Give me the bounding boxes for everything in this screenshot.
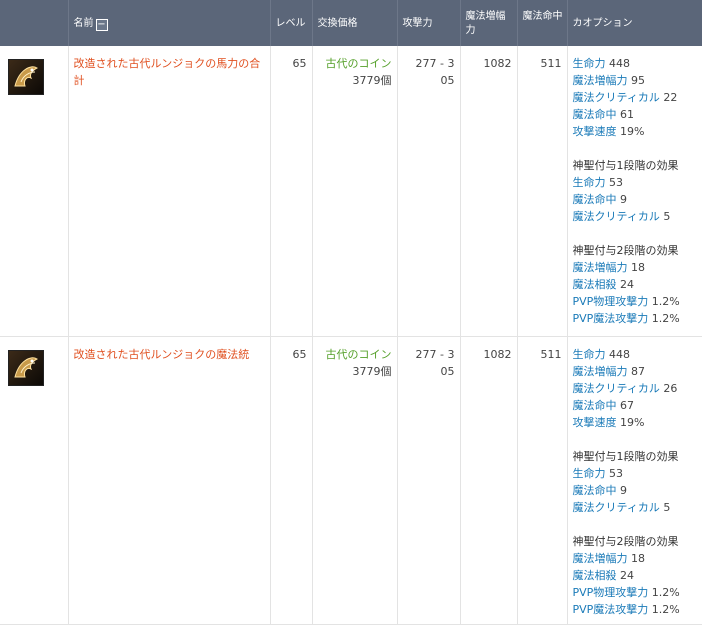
option-cell: 生命力 448 魔法増幅力 87 魔法クリティカル 26 魔法命中 67 攻撃速度 19…: [566, 336, 702, 625]
option-line: 生命力 53: [572, 176, 624, 189]
price-cell: 古代のコイン 3779個: [311, 46, 397, 337]
option-line: 魔法クリティカル 26: [572, 381, 678, 395]
option-line: 魔法相殺 24: [572, 278, 635, 291]
item-name-cell: 改造された古代ルンジョクの馬力の合計: [67, 46, 270, 337]
price-cell: 古代のコイン 3779個: [311, 336, 397, 625]
header-name: 名前 −: [67, 0, 270, 46]
currency-count: 3779個: [352, 74, 392, 87]
level-cell: 65: [269, 46, 312, 337]
option-line: PVP魔法攻撃力 1.2%: [572, 602, 680, 616]
attack-cell: 277 - 305: [396, 336, 460, 625]
collapse-toggle-icon[interactable]: −: [95, 19, 108, 31]
option-line: 生命力 448: [572, 347, 631, 361]
currency-name: 古代のコイン: [325, 57, 392, 70]
option-line: 攻撃速度 19%: [572, 125, 645, 138]
option-line: 魔法増幅力 87: [572, 364, 646, 378]
option-line: 生命力 448: [572, 57, 631, 70]
item-icon-cell: [0, 336, 68, 625]
option-line: 魔法増幅力 18: [572, 551, 646, 565]
option-line: 魔法命中 9: [572, 483, 628, 497]
option-line: PVP物理攻撃力 1.2%: [572, 295, 680, 308]
option-line: 魔法増幅力 95: [572, 74, 646, 87]
enchant2-title: 神聖付与2段階の効果: [572, 244, 679, 257]
option-line: 魔法クリティカル 5: [572, 500, 671, 514]
item-name-link[interactable]: 改造された古代ルンジョクの馬力の合計: [74, 57, 261, 87]
attack-cell: 277 - 305: [396, 46, 460, 337]
option-line: 魔法命中 67: [572, 398, 635, 412]
dragon-claw-icon[interactable]: [8, 59, 44, 95]
magic-amp-cell: 1082: [459, 46, 517, 337]
enchant1-title: 神聖付与1段階の効果: [572, 159, 679, 172]
dragon-claw-icon[interactable]: [8, 349, 44, 386]
header-level: レベル: [269, 0, 312, 46]
header-option: カオプション: [566, 0, 702, 46]
header-magic-amp: 魔法増幅力: [459, 0, 517, 46]
item-icon-cell: [0, 46, 68, 337]
table-row: 改造された古代ルンジョクの馬力の合計 65 古代のコイン 3779個 277 - 305…: [0, 46, 702, 337]
option-line: 魔法相殺 24: [572, 568, 635, 582]
enchant2-title: 神聖付与2段階の効果: [572, 534, 679, 548]
option-line: 魔法クリティカル 5: [572, 210, 671, 223]
item-name-cell: 改造された古代ルンジョクの魔法統: [67, 336, 270, 625]
table-row: 改造された古代ルンジョクの魔法統 65 古代のコイン 3779個 277 - 305 10…: [0, 336, 702, 625]
option-line: PVP魔法攻撃力 1.2%: [572, 312, 680, 325]
option-line: 魔法クリティカル 22: [572, 91, 678, 104]
currency-name: 古代のコイン: [325, 347, 392, 361]
item-table: 名前 − レベル 交換価格 攻撃力 魔法増幅力 魔法命中 カオプション 改造された…: [0, 0, 702, 625]
header-price: 交換価格: [311, 0, 397, 46]
option-line: 生命力 53: [572, 466, 624, 480]
header-icon-col: [0, 0, 68, 46]
header-attack: 攻撃力: [396, 0, 460, 46]
option-line: 魔法命中 61: [572, 108, 635, 121]
option-line: 魔法命中 9: [572, 193, 628, 206]
magic-hit-cell: 511: [516, 336, 567, 625]
level-cell: 65: [269, 336, 312, 625]
currency-count: 3779個: [352, 364, 392, 378]
magic-hit-cell: 511: [516, 46, 567, 337]
table-header: 名前 − レベル 交換価格 攻撃力 魔法増幅力 魔法命中 カオプション: [0, 0, 702, 46]
header-magic-hit: 魔法命中: [516, 0, 567, 46]
enchant1-title: 神聖付与1段階の効果: [572, 449, 679, 463]
option-line: PVP物理攻撃力 1.2%: [572, 585, 680, 599]
item-name-link[interactable]: 改造された古代ルンジョクの魔法統: [74, 348, 250, 361]
option-cell: 生命力 448 魔法増幅力 95 魔法クリティカル 22 魔法命中 61 攻撃速度 19…: [566, 46, 702, 337]
option-line: 攻撃速度 19%: [572, 415, 645, 429]
option-line: 魔法増幅力 18: [572, 261, 646, 274]
magic-amp-cell: 1082: [459, 336, 517, 625]
